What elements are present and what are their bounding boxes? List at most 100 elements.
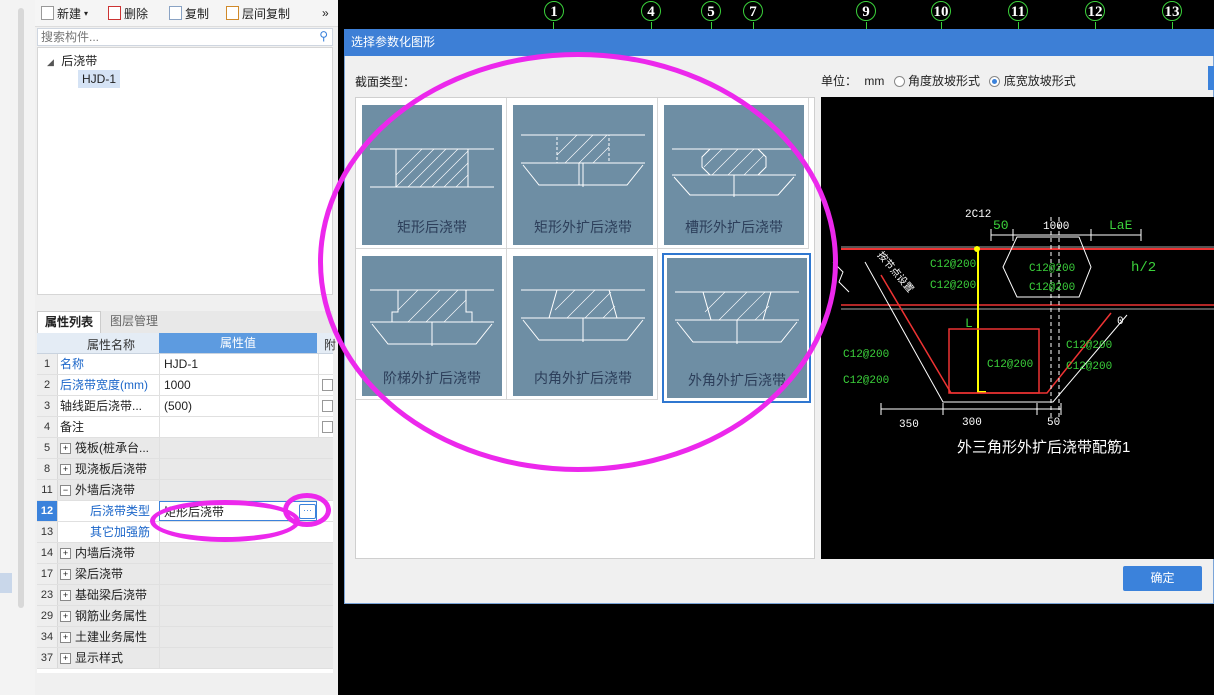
row-name: 钢筋业务属性 [75,609,148,623]
row-value[interactable] [159,417,317,437]
dropdown-arrow-icon[interactable]: ▾ [84,9,88,18]
radio-angle-label[interactable]: 角度放坡形式 [908,74,980,88]
axis-label: 1 [544,1,564,21]
table-row[interactable]: 2 后浇带宽度(mm) 1000 [37,375,333,396]
axis-label: 12 [1085,1,1105,21]
row-number: 5 [37,438,58,458]
label-rebar: C12@200 [987,359,1033,371]
header-value: 属性值 [159,333,317,353]
row-value[interactable]: HJD-1 [159,354,317,374]
label-dim-350: 350 [899,419,919,431]
expand-icon[interactable]: + [60,464,71,476]
table-row-group[interactable]: 5 + 筏板(桩承台... [37,438,333,459]
row-value [159,606,317,626]
copy-button[interactable]: 复制 [169,4,209,22]
label-dim-50-top: 50 [993,218,1009,233]
copy-icon [169,6,182,20]
axis-label: 11 [1008,1,1028,21]
tree-node-hjd1[interactable]: HJD-1 [78,70,121,88]
search-icon[interactable]: ⚲ [319,29,328,43]
row-value[interactable]: 1000 [159,375,317,395]
expand-icon[interactable]: + [60,548,71,560]
table-row-group[interactable]: 37 + 显示样式 [37,648,333,669]
label-h2: h/2 [1131,260,1156,276]
header-name: 属性名称 [87,338,136,352]
row-attach [318,354,334,374]
row-name: 名称 [60,357,85,371]
label-rebar: C12@200 [843,375,889,387]
collapse-triangle-icon[interactable]: ◢ [47,57,54,67]
label-rebar: C12@200 [1029,263,1075,275]
row-number: 37 [37,648,58,668]
table-row[interactable]: 4 备注 [37,417,333,438]
row-attach-checkbox[interactable] [318,375,334,395]
search-input[interactable] [38,29,304,45]
table-row-group[interactable]: 14 + 内墙后浇带 [37,543,333,564]
table-row-group[interactable]: 8 + 现浇板后浇带 [37,459,333,480]
row-value [159,585,317,605]
floor-copy-icon [226,6,239,20]
expand-icon[interactable]: + [60,653,71,665]
table-row-group[interactable]: 17 + 梁后浇带 [37,564,333,585]
expand-icon[interactable]: + [60,632,71,644]
label-dim-50-bottom: 50 [1047,417,1060,429]
dialog-title: 选择参数化图形 [344,29,1214,56]
row-number: 4 [37,417,58,437]
label-stagger: 按节点设置 [875,249,917,296]
axis-label: 13 [1162,1,1182,21]
radio-width-slope[interactable] [989,76,1001,88]
copy-label: 复制 [185,6,210,21]
row-attach-checkbox[interactable] [318,417,334,437]
row-name: 现浇板后浇带 [75,462,148,476]
label-dim-1000: 1000 [1043,221,1069,233]
row-number: 8 [37,459,58,479]
rebar-preview: 2C12 50 1000 LaE h/2 按节点设置 C12@200 C12@2… [821,97,1214,559]
row-name: 内墙后浇带 [75,546,136,560]
tree-node-parent[interactable]: ◢ 后浇带 [47,52,97,69]
toolbar-more-button[interactable]: » [322,4,329,22]
row-name: 筏板(桩承台... [75,441,149,455]
row-number: 11 [37,480,58,500]
expand-icon[interactable]: + [60,569,71,581]
table-row-group[interactable]: 29 + 钢筋业务属性 [37,606,333,627]
row-name: 显示样式 [75,651,124,665]
row-value[interactable]: (500) [159,396,317,416]
row-value [159,543,317,563]
row-number: 34 [37,627,58,647]
annotation-oval-ellipsis [283,493,331,527]
row-number: 1 [37,354,58,374]
expand-icon[interactable]: + [60,590,71,602]
label-rebar: C12@200 [1029,282,1075,294]
label-rebar: C12@200 [843,349,889,361]
row-name: 外墙后浇带 [75,483,136,497]
table-row-group[interactable]: 34 + 土建业务属性 [37,627,333,648]
delete-button[interactable]: 删除 [108,4,148,22]
floor-copy-button[interactable]: 层间复制 [226,4,290,22]
preview-caption: 外三角形外扩后浇带配筋1 [957,439,1130,456]
floor-copy-label: 层间复制 [242,6,291,21]
row-number: 17 [37,564,58,584]
side-button-edge[interactable] [1208,66,1214,90]
tab-layer-management[interactable]: 图层管理 [103,311,165,332]
left-scrollbar[interactable] [18,8,24,608]
expand-icon[interactable]: + [60,443,71,455]
unit-label: 单位： [821,74,858,88]
left-edge-strip [0,0,36,695]
label-zero: 0 [1117,316,1124,328]
expand-icon[interactable]: + [60,611,71,623]
ok-button[interactable]: 确定 [1123,566,1202,591]
new-icon [41,6,54,20]
collapse-icon[interactable]: − [60,485,71,497]
new-label: 新建 [57,6,82,21]
radio-angle-slope[interactable] [893,76,905,88]
table-row[interactable]: 1 名称 HJD-1 [37,354,333,375]
row-attach-checkbox[interactable] [318,396,334,416]
header-attach: 附 [324,338,337,352]
radio-width-label[interactable]: 底宽放坡形式 [1004,74,1076,88]
table-row[interactable]: 3 轴线距后浇带... (500) [37,396,333,417]
new-button[interactable]: 新建 ▾ [41,4,88,22]
table-row-group[interactable]: 23 + 基础梁后浇带 [37,585,333,606]
label-rebar: C12@200 [930,259,976,271]
tab-property-list[interactable]: 属性列表 [37,311,102,333]
component-search: ⚲ [37,28,333,46]
